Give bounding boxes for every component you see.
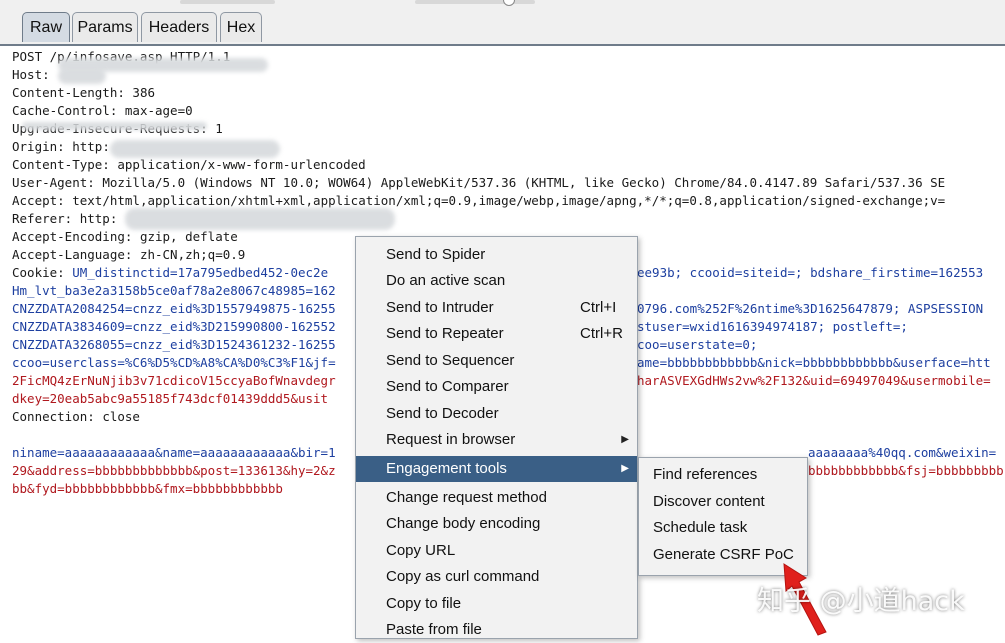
cookie-fragment: ame=bbbbbbbbbbbb&nick=bbbbbbbbbbbb&userf… xyxy=(637,355,991,370)
cookie-line: 2FicMQ4zErNuNjib3v71cdicoV15ccyaBofWnavd… xyxy=(12,373,336,388)
header-content-type: Content-Type: application/x-www-form-url… xyxy=(12,157,366,172)
menu-item-copy-as-curl[interactable]: Copy as curl command xyxy=(356,564,637,590)
menu-item-engagement-tools[interactable]: Engagement tools ▶ xyxy=(356,456,637,482)
menu-item-paste-from-file[interactable]: Paste from file xyxy=(356,617,637,643)
cookie-fragment: harASVEXGdHWs2vw%2F132&uid=69497049&user… xyxy=(637,373,991,388)
header-accept-encoding: Accept-Encoding: gzip, deflate xyxy=(12,229,238,244)
menu-item-active-scan[interactable]: Do an active scan xyxy=(356,268,637,294)
cookie-line: ccoo=userclass=%C6%D5%CD%A8%CA%D0%C3%F1&… xyxy=(12,355,336,370)
header-origin: Origin: http: xyxy=(12,139,110,154)
menu-item-change-request-method[interactable]: Change request method xyxy=(356,485,637,511)
header-cookie: Cookie: UM_distinctid=17a795edbed452-0ec… xyxy=(12,265,329,280)
menu-item-send-to-comparer[interactable]: Send to Comparer xyxy=(356,374,637,400)
header-content-length: Content-Length: 386 xyxy=(12,85,155,100)
body-line: 29&address=bbbbbbbbbbbbb&post=133613&hy=… xyxy=(12,463,336,478)
menu-item-send-to-intruder[interactable]: Send to Intruder Ctrl+I xyxy=(356,295,637,321)
submenu-arrow-icon: ▶ xyxy=(621,463,629,474)
tab-params[interactable]: Params xyxy=(72,12,138,42)
context-menu: Send to Spider Do an active scan Send to… xyxy=(355,236,638,639)
cookie-line: Hm_lvt_ba3e2a3158b5ce0af78a2e8067c48985=… xyxy=(12,283,336,298)
cookie-line: CNZZDATA2084254=cnzz_eid%3D1557949875-16… xyxy=(12,301,336,316)
redaction-blur xyxy=(22,122,207,130)
header-referer: Referer: http: xyxy=(12,211,118,226)
header-user-agent: User-Agent: Mozilla/5.0 (Windows NT 10.0… xyxy=(12,175,946,190)
menu-item-schedule-task[interactable]: Schedule task xyxy=(639,515,807,541)
body-fragment: bbbbbbbbbbbb&fsj=bbbbbbbbb xyxy=(808,463,1004,478)
menu-item-copy-to-file[interactable]: Copy to file xyxy=(356,591,637,617)
cookie-line: dkey=20eab5abc9a55185f743dcf01439ddd5&us… xyxy=(12,391,329,406)
tab-hex[interactable]: Hex xyxy=(220,12,262,42)
body-fragment: aaaaaaaa%40qq.com&weixin= xyxy=(808,445,997,460)
cookie-fragment: 0796.com%252F%26ntime%3D1625647879; ASPS… xyxy=(637,301,984,316)
tab-raw[interactable]: Raw xyxy=(22,12,70,42)
engagement-tools-submenu: Find references Discover content Schedul… xyxy=(638,457,808,576)
top-scrollbar-strip xyxy=(180,0,540,6)
cookie-fragment: coo=userstate=0; xyxy=(637,337,758,352)
menu-item-change-body-encoding[interactable]: Change body encoding xyxy=(356,511,637,537)
cookie-fragment: ee93b; ccooid=siteid=; bdshare_firstime=… xyxy=(637,265,984,280)
header-connection: Connection: close xyxy=(12,409,140,424)
menu-item-discover-content[interactable]: Discover content xyxy=(639,489,807,515)
cookie-line: CNZZDATA3834609=cnzz_eid%3D215990800-162… xyxy=(12,319,336,334)
body-line: niname=aaaaaaaaaaaa&name=aaaaaaaaaaaa&bi… xyxy=(12,445,336,460)
tab-headers[interactable]: Headers xyxy=(141,12,217,42)
watermark: 知乎 @小道hack xyxy=(757,586,965,617)
strip-segment xyxy=(415,0,535,4)
cookie-fragment: stuser=wxid1616394974187; postleft=; xyxy=(637,319,908,334)
menu-item-send-to-sequencer[interactable]: Send to Sequencer xyxy=(356,348,637,374)
header-accept-language: Accept-Language: zh-CN,zh;q=0.9 xyxy=(12,247,246,262)
menu-item-request-in-browser[interactable]: Request in browser ▶ xyxy=(356,427,637,453)
redaction-blur xyxy=(58,68,106,84)
menu-item-send-to-spider[interactable]: Send to Spider xyxy=(356,242,637,268)
strip-segment xyxy=(180,0,275,4)
submenu-arrow-icon: ▶ xyxy=(621,434,629,445)
header-cache-control: Cache-Control: max-age=0 xyxy=(12,103,193,118)
redaction-blur xyxy=(125,208,395,230)
header-host: Host: xyxy=(12,67,58,82)
menu-item-send-to-repeater[interactable]: Send to Repeater Ctrl+R xyxy=(356,321,637,347)
menu-item-copy-url[interactable]: Copy URL xyxy=(356,538,637,564)
message-editor-tabbar: Raw Params Headers Hex xyxy=(0,0,1005,46)
redaction-blur xyxy=(110,140,280,158)
slider-knob[interactable] xyxy=(503,0,515,6)
menu-item-find-references[interactable]: Find references xyxy=(639,462,807,488)
cookie-line: CNZZDATA3268055=cnzz_eid%3D1524361232-16… xyxy=(12,337,336,352)
body-line: bb&fyd=bbbbbbbbbbbb&fmx=bbbbbbbbbbbb xyxy=(12,481,283,496)
menu-item-send-to-decoder[interactable]: Send to Decoder xyxy=(356,401,637,427)
